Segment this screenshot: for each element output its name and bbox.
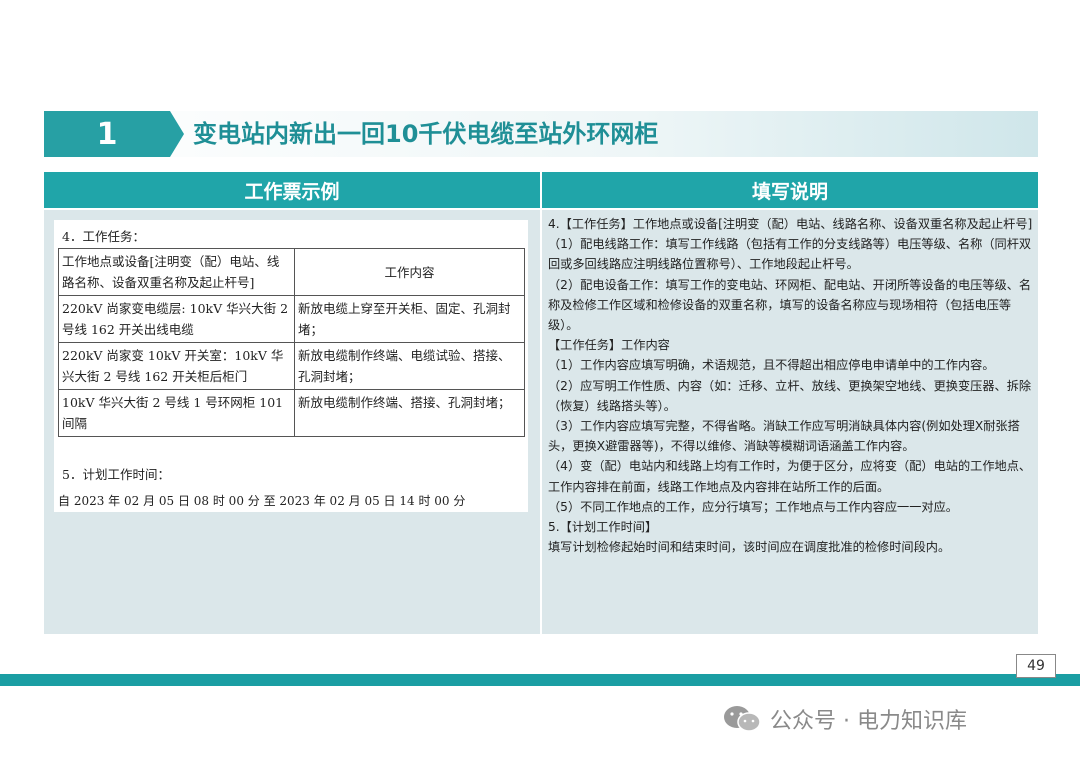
example-cell: 4．工作任务： 工作地点或设备[注明变（配）电站、线路名称、设备双重名称及起止杆… xyxy=(44,210,540,634)
instruction-line: 4.【工作任务】工作地点或设备[注明变（配）电站、线路名称、设备双重名称及起止杆… xyxy=(548,217,1033,231)
table-row: 220kV 尚家变电缆层: 10kV 华兴大街 2 号线 162 开关出线电缆 … xyxy=(58,295,525,343)
row-location: 220kV 尚家变电缆层: 10kV 华兴大街 2 号线 162 开关出线电缆 xyxy=(58,295,295,343)
instruction-line: （5）不同工作地点的工作，应分行填写；工作地点与工作内容应一一对应。 xyxy=(548,499,958,514)
instruction-line: （1）配电线路工作：填写工作线路（包括有工作的分支线路等）电压等级、名称（同杆双… xyxy=(548,237,1032,272)
instruction-line: 5.【计划工作时间】 xyxy=(548,520,658,535)
instructions-text: 4.【工作任务】工作地点或设备[注明变（配）电站、线路名称、设备双重名称及起止杆… xyxy=(548,214,1034,557)
footer-bar xyxy=(0,674,1080,686)
main-table: 工作票示例 填写说明 4．工作任务： 工作地点或设备[注明变（配）电站、线路名称… xyxy=(44,172,1038,634)
row-content: 新放电缆上穿至开关柜、固定、孔洞封堵； xyxy=(294,295,525,343)
wechat-account-name: 公众号 · 电力知识库 xyxy=(770,709,967,734)
row-content: 新放电缆制作终端、电缆试验、搭接、孔洞封堵； xyxy=(294,342,525,390)
instruction-line: 【工作任务】工作内容 xyxy=(548,338,670,353)
wechat-icon xyxy=(722,704,762,734)
planned-time: 自 2023 年 02 月 05 日 08 时 00 分 至 2023 年 02… xyxy=(58,494,466,508)
instruction-line: （2）应写明工作性质、内容（如：迁移、立杆、放线、更换架空地线、更换变压器、拆除… xyxy=(548,378,1032,413)
page-title: 变电站内新出一回10千伏电缆至站外环网柜 xyxy=(193,120,659,148)
table-row: 10kV 华兴大街 2 号线 1 号环网柜 101 间隔 新放电缆制作终端、搭接… xyxy=(58,389,525,437)
work-ticket-example: 4．工作任务： 工作地点或设备[注明变（配）电站、线路名称、设备双重名称及起止杆… xyxy=(54,220,528,512)
instruction-line: （3）工作内容应填写完整，不得省略。消缺工作应写明消缺具体内容(例如处理X耐张搭… xyxy=(548,419,1020,454)
left-column-header: 工作票示例 xyxy=(44,172,540,208)
section5-heading: 5．计划工作时间： xyxy=(62,467,170,482)
wechat-watermark: 公众号 · 电力知识库 xyxy=(722,703,967,735)
title-arrow xyxy=(170,111,184,157)
instructions-cell: 4.【工作任务】工作地点或设备[注明变（配）电站、线路名称、设备双重名称及起止杆… xyxy=(542,210,1038,634)
content-header: 工作内容 xyxy=(294,248,525,296)
instruction-line: （4）变（配）电站内和线路上均有工作时，为便于区分，应将变（配）电站的工作地点、… xyxy=(548,459,1032,494)
right-column-header: 填写说明 xyxy=(542,172,1038,208)
section4-heading: 4．工作任务： xyxy=(62,229,145,244)
instruction-line: （2）配电设备工作：填写工作的变电站、环网柜、配电站、开闭所等设备的电压等级、名… xyxy=(548,277,1032,333)
page-number: 49 xyxy=(1016,654,1056,678)
row-location: 220kV 尚家变 10kV 开关室：10kV 华兴大街 2 号线 162 开关… xyxy=(58,342,295,390)
location-header: 工作地点或设备[注明变（配）电站、线路名称、设备双重名称及起止杆号] xyxy=(58,248,295,296)
instruction-line: 填写计划检修起始时间和结束时间，该时间应在调度批准的检修时间段内。 xyxy=(548,540,951,555)
table-row: 220kV 尚家变 10kV 开关室：10kV 华兴大街 2 号线 162 开关… xyxy=(58,342,525,390)
task-table: 工作地点或设备[注明变（配）电站、线路名称、设备双重名称及起止杆号] 工作内容 … xyxy=(58,248,525,437)
row-content: 新放电缆制作终端、搭接、孔洞封堵； xyxy=(294,389,525,437)
instruction-line: （1）工作内容应填写明确，术语规范，且不得超出相应停电申请单中的工作内容。 xyxy=(548,358,995,373)
table-row: 工作地点或设备[注明变（配）电站、线路名称、设备双重名称及起止杆号] 工作内容 xyxy=(58,248,525,296)
row-location: 10kV 华兴大街 2 号线 1 号环网柜 101 间隔 xyxy=(58,389,295,437)
section-number: 1 xyxy=(44,111,170,157)
